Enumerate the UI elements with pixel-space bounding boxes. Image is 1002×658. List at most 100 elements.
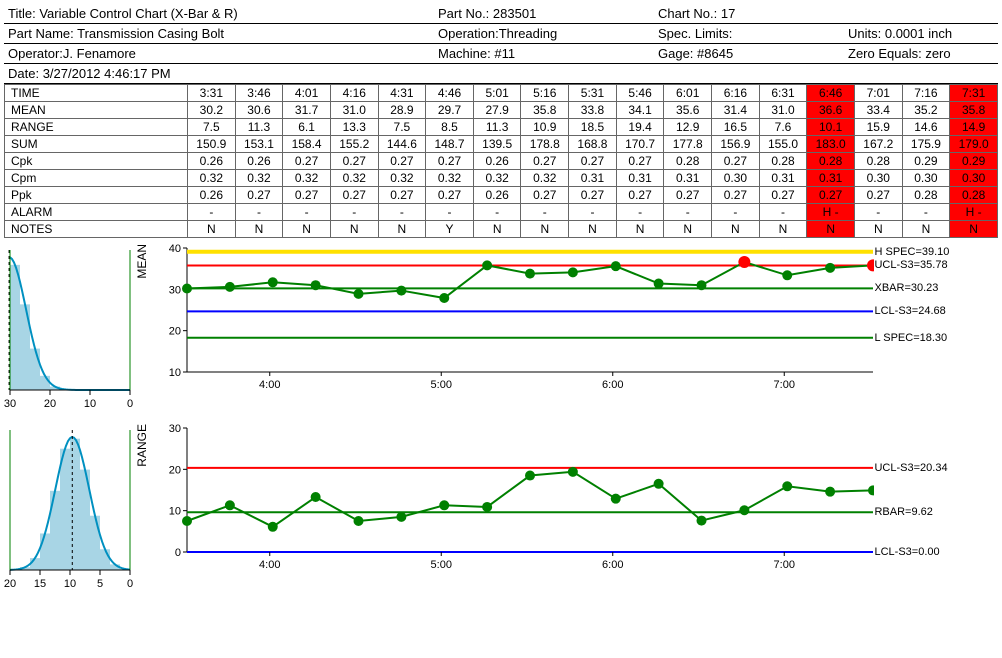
- grid-cell: 0.30: [854, 170, 902, 187]
- grid-cell: 0.28: [759, 153, 807, 170]
- grid-cell: 150.9: [188, 136, 236, 153]
- grid-cell: 0.28: [807, 153, 855, 170]
- limit-label: H SPEC=39.10: [874, 246, 949, 259]
- grid-cell: 155.2: [330, 136, 378, 153]
- grid-cell: 0.32: [235, 170, 283, 187]
- grid-cell: -: [426, 204, 474, 221]
- date-label: Date:: [8, 66, 39, 81]
- grid-cell: -: [473, 204, 521, 221]
- grid-cell: -: [759, 204, 807, 221]
- grid-cell: 4:16: [330, 85, 378, 102]
- svg-text:10: 10: [64, 578, 76, 590]
- grid-cell: 0.28: [902, 187, 950, 204]
- svg-text:20: 20: [44, 398, 56, 410]
- svg-text:20: 20: [169, 464, 181, 476]
- grid-cell: 16.5: [712, 119, 760, 136]
- grid-cell: 0.32: [283, 170, 331, 187]
- range-chart: 01020304:005:006:007:00: [157, 424, 874, 574]
- grid-cell: N: [188, 221, 236, 238]
- grid-cell: 11.3: [473, 119, 521, 136]
- grid-cell: 0.29: [950, 153, 998, 170]
- grid-cell: 0.26: [473, 187, 521, 204]
- grid-cell: 7:16: [902, 85, 950, 102]
- grid-row-label: MEAN: [5, 102, 188, 119]
- grid-cell: 155.0: [759, 136, 807, 153]
- grid-row-notes: NOTESNNNNNYNNNNNNNNNNN: [5, 221, 998, 238]
- grid-row-label: Cpk: [5, 153, 188, 170]
- grid-cell: N: [854, 221, 902, 238]
- grid-cell: 0.31: [569, 170, 617, 187]
- grid-cell: 31.7: [283, 102, 331, 119]
- grid-cell: N: [950, 221, 998, 238]
- grid-cell: 0.31: [616, 170, 664, 187]
- grid-cell: 33.8: [569, 102, 617, 119]
- svg-text:5:00: 5:00: [431, 559, 452, 571]
- grid-cell: 0.31: [664, 170, 712, 187]
- grid-cell: 13.3: [330, 119, 378, 136]
- grid-row-label: Cpm: [5, 170, 188, 187]
- speclim-label: Spec. Limits:: [658, 26, 732, 41]
- grid-cell: -: [616, 204, 664, 221]
- grid-cell: -: [235, 204, 283, 221]
- grid-cell: -: [902, 204, 950, 221]
- grid-cell: 4:31: [378, 85, 426, 102]
- zeroeq-label: Zero Equals:: [848, 46, 922, 61]
- grid-cell: N: [807, 221, 855, 238]
- partname-value: Transmission Casing Bolt: [77, 26, 224, 41]
- mean-chart: 102030404:005:006:007:00: [157, 244, 874, 394]
- grid-cell: 139.5: [473, 136, 521, 153]
- grid-cell: 30.2: [188, 102, 236, 119]
- data-grid: TIME3:313:464:014:164:314:465:015:165:31…: [4, 84, 998, 238]
- gage-label: Gage:: [658, 46, 693, 61]
- grid-cell: 153.1: [235, 136, 283, 153]
- grid-cell: 0.27: [330, 153, 378, 170]
- title-value: Variable Control Chart (X-Bar & R): [39, 6, 237, 21]
- machine-label: Machine:: [438, 46, 491, 61]
- units-label: Units:: [848, 26, 881, 41]
- svg-text:30: 30: [169, 284, 181, 296]
- grid-cell: -: [283, 204, 331, 221]
- grid-cell: 30.6: [235, 102, 283, 119]
- grid-cell: 7.5: [188, 119, 236, 136]
- grid-cell: 3:31: [188, 85, 236, 102]
- grid-cell: 31.0: [330, 102, 378, 119]
- grid-cell: 0.32: [378, 170, 426, 187]
- grid-cell: 170.7: [616, 136, 664, 153]
- grid-cell: 0.28: [854, 153, 902, 170]
- grid-row-label: NOTES: [5, 221, 188, 238]
- partname-label: Part Name:: [8, 26, 74, 41]
- operator-value: J. Fenamore: [63, 46, 136, 61]
- grid-cell: Y: [426, 221, 474, 238]
- grid-cell: 0.27: [664, 187, 712, 204]
- range-chart-row: 05101520 RANGE 01020304:005:006:007:00 U…: [4, 424, 998, 596]
- grid-cell: -: [188, 204, 236, 221]
- grid-cell: 3:46: [235, 85, 283, 102]
- grid-row-alarm: ALARM-------------H ---H -: [5, 204, 998, 221]
- grid-cell: 0.30: [712, 170, 760, 187]
- grid-cell: -: [569, 204, 617, 221]
- mean-histogram: 0102030: [4, 244, 135, 416]
- grid-cell: 18.5: [569, 119, 617, 136]
- grid-cell: N: [473, 221, 521, 238]
- grid-cell: N: [664, 221, 712, 238]
- grid-cell: 19.4: [616, 119, 664, 136]
- grid-cell: 0.27: [569, 187, 617, 204]
- grid-cell: 6:46: [807, 85, 855, 102]
- svg-text:5:00: 5:00: [431, 379, 452, 391]
- limit-label: LCL-S3=24.68: [874, 305, 945, 318]
- grid-cell: 0.27: [426, 153, 474, 170]
- svg-text:7:00: 7:00: [774, 559, 795, 571]
- grid-row-cpk: Cpk0.260.260.270.270.270.270.260.270.270…: [5, 153, 998, 170]
- grid-cell: 0.27: [712, 187, 760, 204]
- grid-cell: 178.8: [521, 136, 569, 153]
- machine-value: #11: [494, 46, 515, 61]
- grid-cell: 5:01: [473, 85, 521, 102]
- grid-cell: 0.27: [712, 153, 760, 170]
- grid-cell: 0.27: [521, 187, 569, 204]
- grid-cell: 0.26: [473, 153, 521, 170]
- grid-cell: 0.28: [950, 187, 998, 204]
- grid-cell: N: [521, 221, 569, 238]
- grid-cell: N: [283, 221, 331, 238]
- grid-cell: 15.9: [854, 119, 902, 136]
- grid-cell: 0.27: [378, 153, 426, 170]
